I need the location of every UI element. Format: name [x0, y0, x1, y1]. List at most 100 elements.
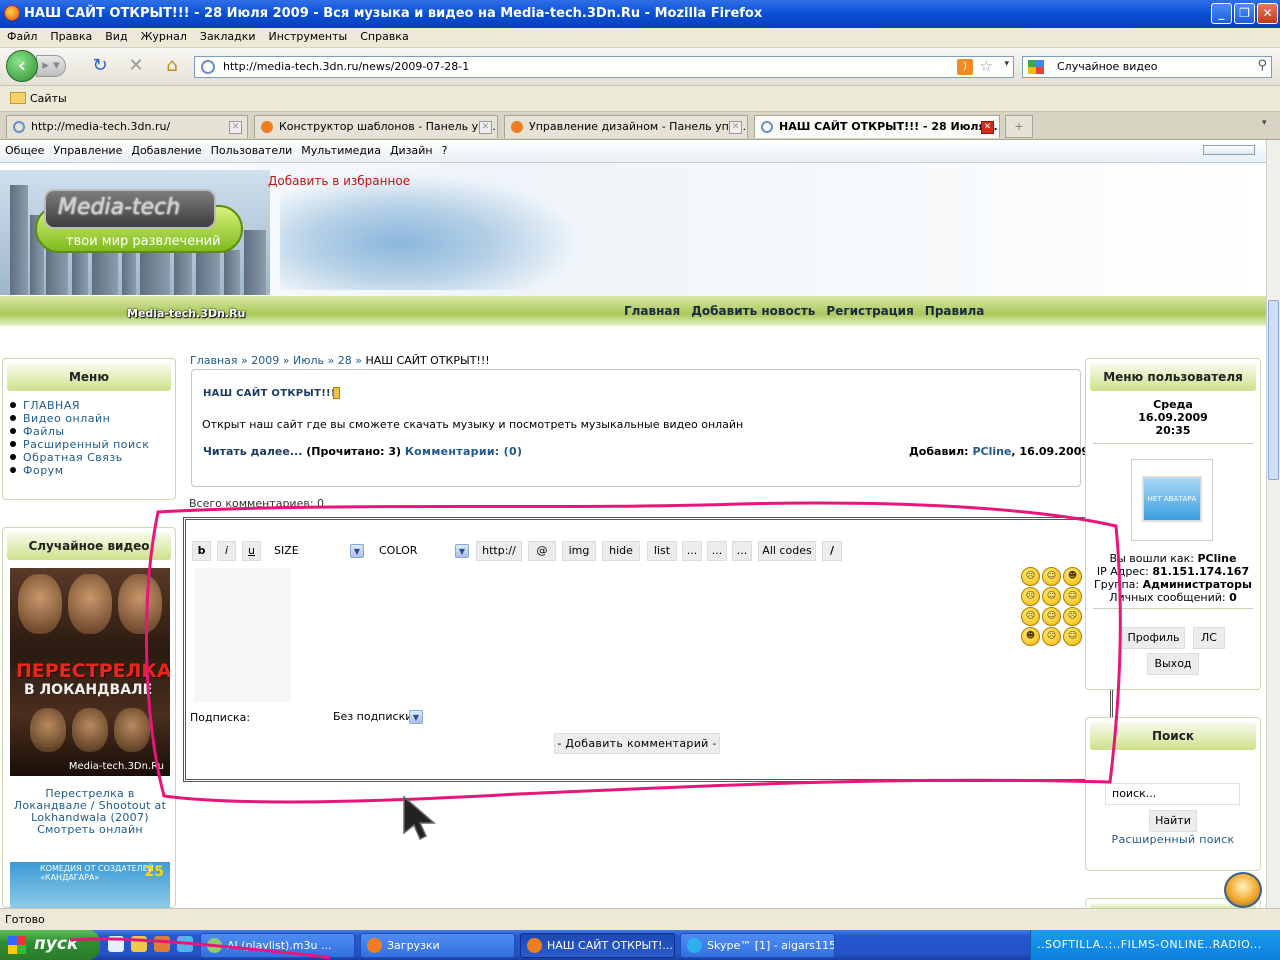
breadcrumb-home[interactable]: Главная — [190, 354, 238, 367]
smiley-icon[interactable]: ☺ — [1063, 587, 1082, 606]
home-icon[interactable]: ⌂ — [160, 55, 184, 77]
bbcode-size-select[interactable]: SIZE ▼ — [268, 541, 364, 561]
search-engine-icon[interactable] — [1028, 60, 1044, 74]
breadcrumb-year[interactable]: 2009 — [251, 354, 279, 367]
bbcode-url-button[interactable]: http:// — [476, 541, 522, 561]
advanced-search-link[interactable]: Расширенный поиск — [1086, 833, 1260, 846]
window-titlebar[interactable]: НАШ САЙТ ОТКРЫТ!!! - 28 Июля 2009 - Вся … — [0, 0, 1280, 28]
link-home[interactable]: Главная — [624, 304, 680, 318]
page-scrollbar[interactable] — [1266, 140, 1280, 908]
bbcode-color-select[interactable]: COLOR ▼ — [373, 541, 469, 561]
admin-users[interactable]: Пользователи — [206, 140, 297, 157]
add-to-favorites-link[interactable]: Добавить в избранное — [268, 174, 410, 188]
menu-tools[interactable]: Инструменты — [262, 28, 354, 43]
bookmark-star-icon[interactable]: ☆ — [980, 57, 993, 75]
author-link[interactable]: PCline — [972, 445, 1011, 458]
admin-manage[interactable]: Управление — [48, 140, 126, 157]
url-bar[interactable]: http://media-tech.3dn.ru/news/2009-07-28… — [194, 56, 1014, 78]
tab-close-icon[interactable]: ✕ — [229, 121, 242, 134]
rss-feed-icon[interactable]: ) — [957, 59, 973, 75]
read-more-link[interactable]: Читать далее... — [203, 445, 302, 458]
video-poster-2[interactable]: КОМЕДИЯ ОТ СОЗДАТЕЛЕЙ «КАНДАГАРА» 25 — [10, 862, 170, 908]
video-caption-link[interactable]: Перестрелка в Локандвале / Shootout at L… — [10, 788, 170, 836]
bbcode-extra-button-2[interactable]: ... — [707, 541, 727, 561]
bbcode-close-tags-button[interactable]: / — [822, 541, 842, 561]
smiley-icon[interactable]: ☹ — [1021, 587, 1040, 606]
bbcode-list-button[interactable]: list — [647, 541, 677, 561]
admin-bar-toggle[interactable] — [1203, 145, 1255, 155]
smiley-icon[interactable]: ☺ — [1063, 627, 1082, 646]
menu-bookmarks[interactable]: Закладки — [193, 28, 262, 43]
smiley-icon[interactable]: ☻ — [1063, 567, 1082, 586]
search-bar[interactable]: Случайное видео ⚲ — [1022, 56, 1272, 78]
tab-current[interactable]: НАШ САЙТ ОТКРЫТ!!! - 28 Июля ... ✕ — [754, 115, 1000, 138]
video-poster[interactable]: ПЕРЕСТРЕЛКА В ЛОКАНДВАЛЕ Media-tech.3Dn.… — [10, 568, 170, 776]
tab-list-icon[interactable]: ▾ — [1262, 118, 1267, 128]
news-title[interactable]: НАШ САЙТ ОТКРЫТ!!! — [203, 388, 336, 399]
bbcode-underline-button[interactable]: u — [242, 541, 261, 561]
menu-item-advanced-search[interactable]: Расширенный поиск — [9, 438, 149, 451]
menu-history[interactable]: Журнал — [134, 28, 193, 43]
link-add-news[interactable]: Добавить новость — [691, 304, 815, 318]
search-magnifier-icon[interactable]: ⚲ — [1257, 58, 1267, 73]
menu-item-home[interactable]: ГЛАВНАЯ — [9, 399, 149, 412]
task-skype[interactable]: Skype™ [1] - aigars115 — [680, 933, 835, 958]
tab-close-icon[interactable]: ✕ — [479, 121, 492, 134]
smiley-icon[interactable]: ☹ — [1021, 607, 1040, 626]
admin-help[interactable]: ? — [437, 140, 452, 157]
menu-item-video[interactable]: Видео онлайн — [9, 412, 149, 425]
stop-icon[interactable]: ✕ — [124, 55, 148, 77]
menu-item-files[interactable]: Файлы — [9, 425, 149, 438]
bbcode-bold-button[interactable]: b — [192, 541, 211, 561]
tab-home[interactable]: http://media-tech.3dn.ru/ ✕ — [6, 115, 248, 138]
admin-general[interactable]: Общее — [0, 140, 48, 157]
breadcrumb-day[interactable]: 28 — [338, 354, 352, 367]
url-dropdown-icon[interactable]: ▾ — [1004, 59, 1009, 69]
menu-help[interactable]: Справка — [353, 28, 414, 43]
comments-link[interactable]: Комментарии: (0) — [405, 445, 522, 458]
site-search-button[interactable]: Найти — [1149, 810, 1197, 832]
bbcode-extra-button-3[interactable]: ... — [732, 541, 752, 561]
tab-design-manage[interactable]: Управление дизайном - Панель упра... ✕ — [504, 115, 748, 138]
site-logo[interactable]: Media-tech — [44, 189, 216, 229]
admin-design[interactable]: Дизайн — [385, 140, 437, 157]
bbcode-extra-button-1[interactable]: ... — [682, 541, 702, 561]
minimize-button[interactable]: _ — [1211, 3, 1232, 24]
new-tab-button[interactable]: + — [1005, 115, 1033, 138]
smiley-icon[interactable]: ☹ — [1042, 627, 1061, 646]
link-register[interactable]: Регистрация — [826, 304, 913, 318]
admin-multimedia[interactable]: Мультимедиа — [296, 140, 385, 157]
smiley-icon[interactable]: ☹ — [1063, 607, 1082, 626]
bbcode-img-button[interactable]: img — [562, 541, 596, 561]
bbcode-email-button[interactable]: @ — [528, 541, 556, 561]
admin-add[interactable]: Добавление — [126, 140, 205, 157]
smiley-icon[interactable]: ☺ — [1042, 587, 1061, 606]
close-button[interactable]: ✕ — [1257, 3, 1278, 24]
bbcode-hide-button[interactable]: hide — [602, 541, 640, 561]
subscription-select[interactable]: Без подписки ▼ — [327, 709, 423, 727]
task-browser[interactable]: НАШ САЙТ ОТКРЫТ!... — [520, 933, 675, 958]
add-comment-button[interactable]: - Добавить комментарий - — [554, 733, 720, 754]
maximize-button[interactable]: ❐ — [1234, 3, 1255, 24]
tab-template-builder[interactable]: Конструктор шаблонов - Панель упр... ✕ — [254, 115, 498, 138]
reload-icon[interactable]: ↻ — [88, 55, 112, 77]
breadcrumb-month[interactable]: Июль — [293, 354, 324, 367]
logout-button[interactable]: Выход — [1147, 653, 1199, 675]
smiley-icon[interactable]: ☹ — [1021, 567, 1040, 586]
smiley-icon[interactable]: ☺ — [1042, 567, 1061, 586]
bookmark-folder-sites[interactable]: Сайты — [30, 92, 67, 105]
bbcode-all-codes-button[interactable]: All codes — [758, 541, 816, 561]
comment-textarea[interactable] — [194, 568, 291, 702]
tab-close-icon[interactable]: ✕ — [729, 121, 742, 134]
menu-view[interactable]: Вид — [98, 28, 133, 43]
menu-edit[interactable]: Правка — [43, 28, 98, 43]
bbcode-italic-button[interactable]: i — [217, 541, 236, 561]
avatar[interactable]: НЕТ АВАТАРА — [1131, 459, 1213, 541]
menu-item-feedback[interactable]: Обратная Связь — [9, 451, 149, 464]
smiley-icon[interactable]: ☺ — [1042, 607, 1061, 626]
task-downloads[interactable]: Загрузки — [360, 933, 515, 958]
back-button[interactable]: ‹ — [6, 50, 38, 82]
smiley-icon[interactable]: ☻ — [1021, 627, 1040, 646]
floating-widget-icon[interactable] — [1224, 872, 1262, 908]
scrollbar-thumb[interactable] — [1268, 300, 1279, 480]
